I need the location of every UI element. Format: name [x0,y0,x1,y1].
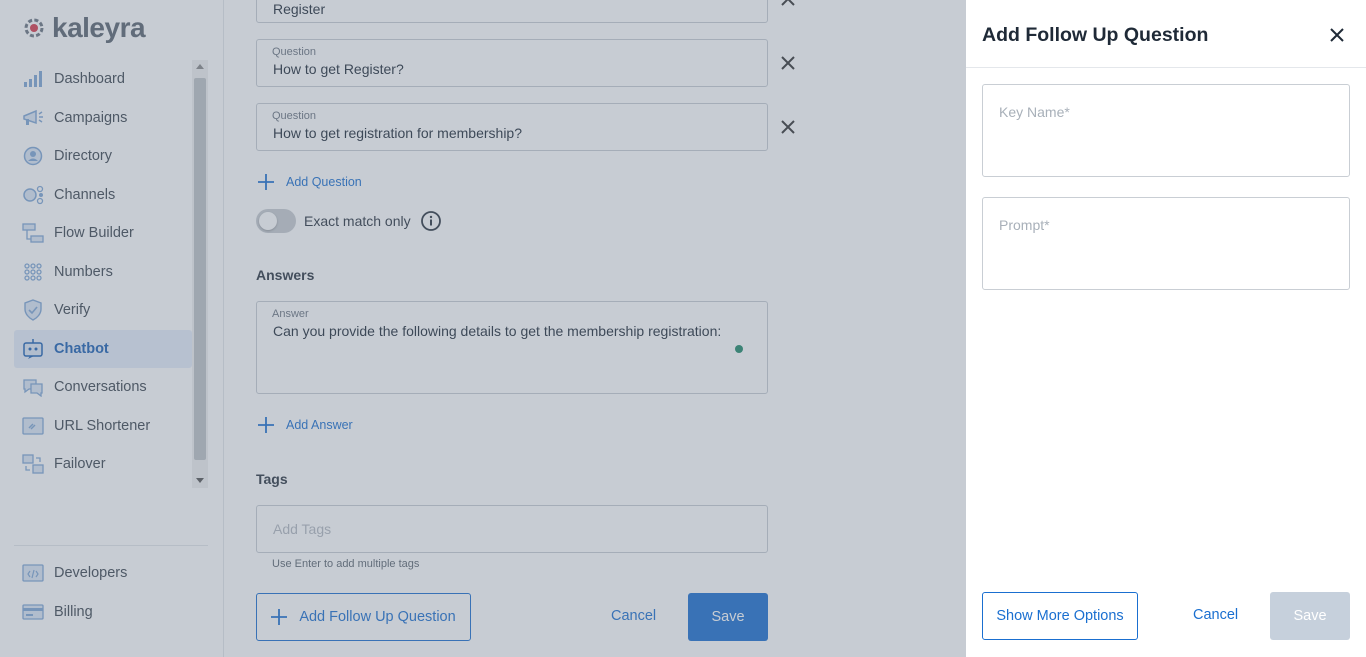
close-icon[interactable] [1327,25,1347,45]
follow-up-panel: Add Follow Up Question Key Name* Prompt*… [966,0,1366,657]
panel-divider [966,67,1366,68]
panel-cancel-button[interactable]: Cancel [1193,607,1238,623]
prompt-placeholder: Prompt* [999,217,1050,233]
key-name-placeholder: Key Name* [999,104,1070,120]
panel-save-button[interactable]: Save [1270,592,1350,640]
key-name-field[interactable]: Key Name* [982,84,1350,177]
prompt-field[interactable]: Prompt* [982,197,1350,290]
modal-backdrop[interactable] [0,0,966,657]
show-more-options-button[interactable]: Show More Options [982,592,1138,640]
panel-title: Add Follow Up Question [982,24,1209,46]
